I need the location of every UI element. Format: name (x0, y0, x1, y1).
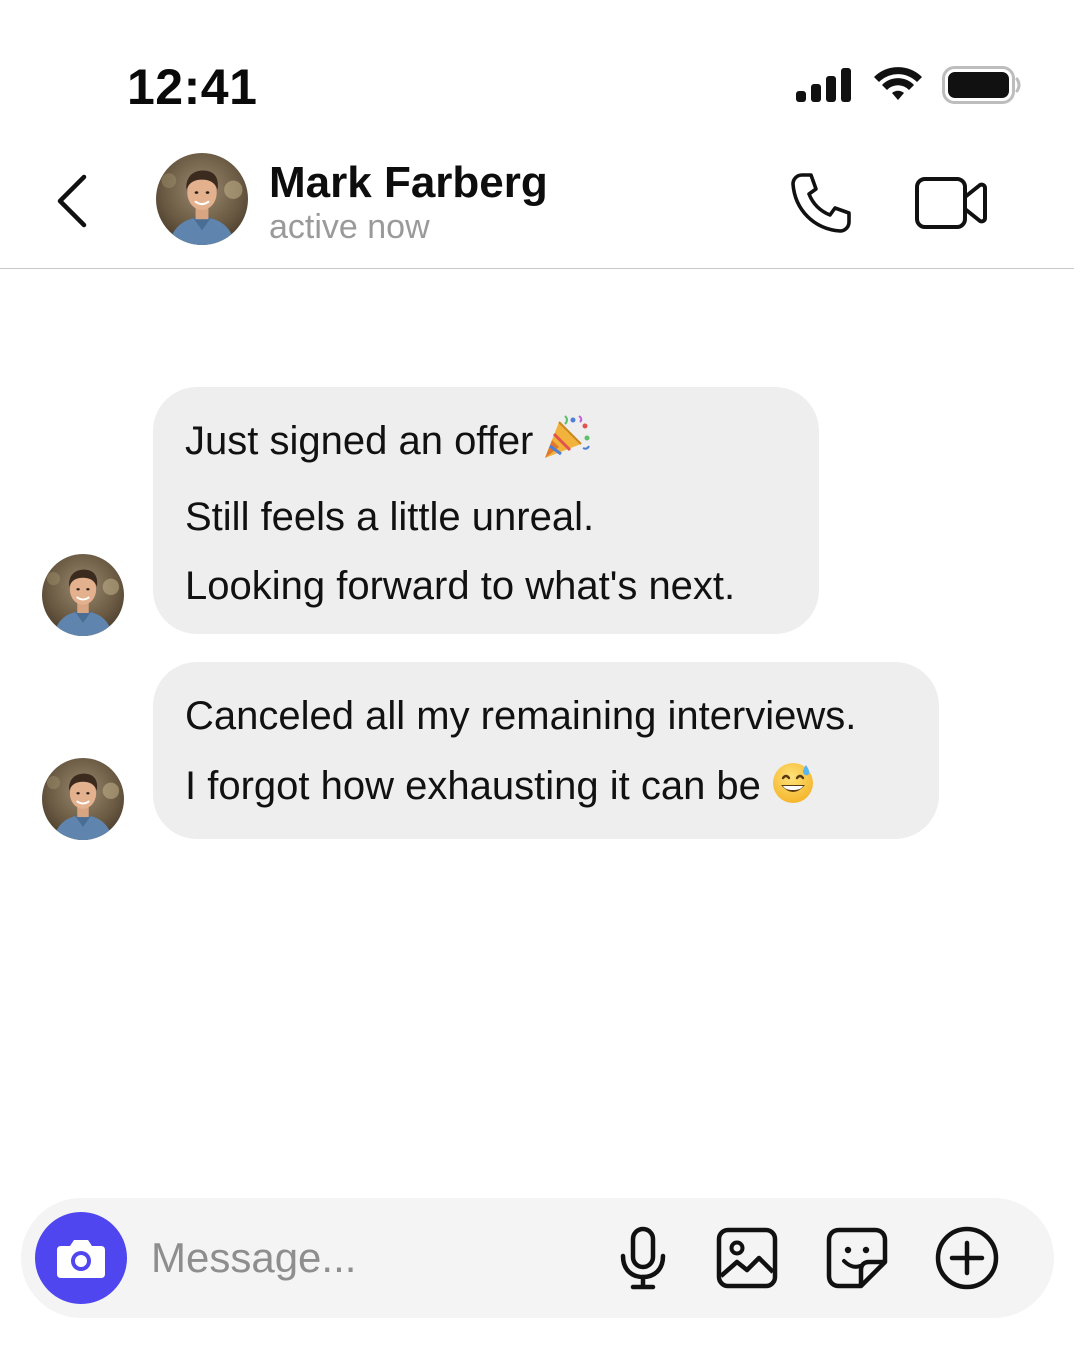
sticker-button[interactable] (823, 1224, 891, 1292)
message-text: I forgot how exhausting it can be (185, 752, 907, 828)
wifi-icon (874, 67, 922, 100)
camera-button[interactable] (35, 1212, 127, 1304)
message-bubble[interactable]: Canceled all my remaining interviews. I … (153, 662, 939, 839)
status-icons (796, 66, 1022, 104)
avatar[interactable] (42, 758, 124, 840)
image-button[interactable] (713, 1224, 781, 1292)
video-call-button[interactable] (914, 174, 988, 232)
message-input[interactable] (151, 1228, 591, 1288)
chat-header: Mark Farberg active now (0, 140, 1074, 269)
microphone-button[interactable] (609, 1224, 677, 1292)
add-button[interactable] (933, 1224, 1001, 1292)
contact-name[interactable]: Mark Farberg (269, 158, 548, 208)
battery-icon (942, 66, 1021, 104)
message-composer (21, 1198, 1054, 1318)
message-text: Just signed an offer (185, 407, 787, 483)
message-text: Canceled all my remaining interviews. (185, 694, 857, 738)
grinning-face-with-sweat-icon (771, 758, 815, 828)
sticker-icon (826, 1227, 888, 1289)
message-bubble[interactable]: Just signed an offer Still feels a littl… (153, 387, 819, 634)
status-time: 12:41 (127, 59, 258, 115)
message-text: Still feels a little unreal. (185, 494, 595, 539)
video-camera-icon (915, 177, 987, 229)
message-text: Looking forward to what's next. (185, 564, 736, 608)
call-button[interactable] (788, 170, 854, 236)
back-button[interactable] (48, 170, 94, 232)
contact-status: active now (269, 208, 430, 246)
cellular-signal-icon (796, 68, 851, 102)
plus-circle-icon (935, 1226, 999, 1290)
avatar[interactable] (156, 153, 248, 245)
message-text-content: I forgot how exhausting it can be (185, 763, 761, 808)
image-icon (716, 1227, 778, 1289)
phone-icon (791, 173, 851, 233)
chevron-left-icon (57, 174, 87, 228)
party-popper-icon (543, 413, 591, 483)
message-text-content: Just signed an offer (185, 419, 534, 463)
camera-icon (57, 1240, 105, 1278)
microphone-icon (620, 1226, 666, 1290)
avatar[interactable] (42, 554, 124, 636)
